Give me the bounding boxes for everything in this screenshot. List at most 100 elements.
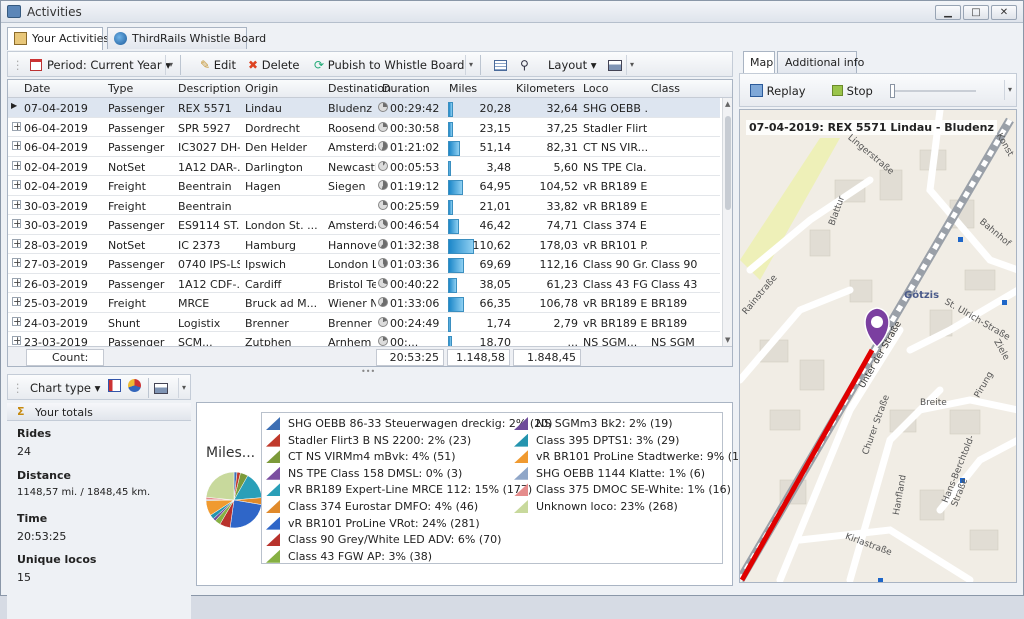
table-row[interactable]: +06-04-2019 Passenger IC3027 DH-... Den Hel… [8,137,720,157]
cell-origin: London St. ... [245,219,318,232]
table-row[interactable]: +02-04-2019 NotSet 1A12 DAR-... Darlington N… [8,157,720,176]
scroll-up-icon[interactable]: ▲ [725,100,730,108]
layout-dropdown[interactable]: Layout ▾ [548,56,597,74]
cell-km: 178,03 [539,238,579,252]
column-header-date[interactable]: Date [24,82,50,95]
duration-pie-icon [378,297,388,307]
legend-swatch [266,433,280,447]
pie-chart [205,471,263,529]
cell-desc: ES9114 ST... [178,219,240,232]
expand-row-icon[interactable]: + [12,121,21,131]
legend-swatch [266,483,280,497]
separator [480,55,481,75]
chart-options-button[interactable] [108,379,121,397]
toolbar-overflow-1[interactable]: ▾ [165,55,176,75]
column-header-description[interactable]: Description [178,82,241,95]
table-row[interactable]: ▶ 07-04-2019 Passenger REX 5571 Lindau Bluden… [8,98,720,118]
expand-row-icon[interactable]: + [12,258,21,267]
cell-cls: Class 43 [651,277,698,291]
column-header-kilometers[interactable]: Kilometers [516,82,575,95]
legend-label: Class 43 FGW AP: 3% (38) [288,549,433,563]
grid-scrollbar[interactable]: ▲ ▼ [722,98,732,346]
column-header-miles[interactable]: Miles [449,82,477,95]
legend-item: Class 395 DPTS1: 3% (29) [514,433,679,448]
table-row[interactable]: +28-03-2019 NotSet IC 2373 Hamburg Hannover 0… [8,235,720,254]
expand-row-icon[interactable]: + [12,277,21,287]
grid-icon [494,60,507,71]
cell-desc: REX 5571 [178,102,232,115]
edit-button[interactable]: ✎ Edit [200,56,236,74]
table-row[interactable]: +02-04-2019 Freight Beentrain Hagen Siegen 01… [8,176,720,196]
title-bar: Activities ▁ □ ✕ [1,1,1023,23]
tab-your-activities[interactable]: Your Activities [7,27,109,50]
expand-row-icon[interactable]: + [12,199,21,209]
time-label: Time [17,512,48,525]
delete-button[interactable]: ✖ Delete [248,56,300,74]
table-row[interactable]: +24-03-2019 Shunt Logistix Brenner Brenner 00… [8,313,720,332]
cell-loco: Class 90 Gr... [583,258,647,271]
map-toolbar-overflow[interactable]: ▾ [1004,80,1015,100]
column-header-origin[interactable]: Origin [245,82,278,95]
tab-additional-info[interactable]: Additional info [777,51,864,73]
splitter-grip[interactable]: ••• [361,367,375,376]
expand-row-icon[interactable]: + [12,297,21,306]
expand-row-icon[interactable]: + [12,160,21,170]
sigma-icon: Σ [17,405,25,418]
toolbar-overflow-3[interactable]: ▾ [626,55,637,75]
binoculars-icon: ⚲ [520,58,529,72]
cell-dest: Wiener Neu... [328,297,376,310]
expand-row-icon[interactable]: + [12,219,21,228]
legend-item: vR BR189 Expert-Line MRCE 112: 15% (177) [266,482,532,497]
pie-chart-button[interactable] [128,379,141,397]
tab-whistle-board[interactable]: ThirdRails Whistle Board [107,27,266,49]
grid-toolbar: ⋮ Period: Current Year ▾ ▾ ✎ Edit ✖ Dele… [7,51,733,77]
expand-row-icon[interactable]: + [12,316,21,326]
totals-title: Your totals [35,406,93,419]
column-header-type[interactable]: Type [108,82,133,95]
print-button[interactable] [608,56,622,74]
legend-label: Stadler Flirt3 B NS 2200: 2% (23) [288,433,472,447]
grid-view-button[interactable] [494,56,507,74]
expand-row-icon[interactable]: + [12,238,21,248]
column-header-duration[interactable]: Duration [382,82,430,95]
cell-origin: Hamburg [245,238,296,252]
chart-print-button[interactable] [154,379,168,397]
period-label: Period: Current Year [47,58,162,72]
cell-type: Passenger [108,258,165,271]
chart-type-dropdown[interactable]: Chart type ▾ [30,379,100,397]
table-row[interactable]: +25-03-2019 Freight MRCE Bruck ad M... Wiene… [8,293,720,313]
cell-dest: Bristol Tem... [328,277,376,291]
maximize-button[interactable]: □ [963,5,989,20]
publish-button[interactable]: ⟳ Pubish to Whistle Board [314,56,464,74]
expand-row-icon[interactable]: + [12,336,21,345]
toolbar-overflow-2[interactable]: ▾ [465,55,476,75]
tab-map[interactable]: Map [743,51,775,74]
scroll-down-icon[interactable]: ▼ [725,336,730,344]
expand-row-icon[interactable]: + [12,141,21,150]
replay-button[interactable]: Replay [750,82,806,100]
cell-desc: Beentrain [178,180,232,193]
cell-type: NotSet [108,238,146,252]
cell-miles: 3,48 [486,160,512,174]
table-row[interactable]: +26-03-2019 Passenger 1A12 CDF-... Cardiff B… [8,274,720,293]
map-view[interactable]: 07-04-2019: REX 5571 Lindau - Bludenz Gö… [739,109,1017,583]
table-row[interactable]: +06-04-2019 Passenger SPR 5927 Dordrecht Roo… [8,118,720,137]
stop-button[interactable]: Stop [832,82,873,100]
period-dropdown[interactable]: Period: Current Year ▾ [30,56,171,74]
scroll-thumb[interactable] [725,116,731,210]
close-button[interactable]: ✕ [991,5,1017,20]
column-header-class[interactable]: Class [651,82,680,95]
column-header-loco[interactable]: Loco [583,82,608,95]
cell-cls: BR189 [651,316,688,330]
cell-loco: NS TPE Cla... [583,160,647,174]
table-row[interactable]: +30-03-2019 Passenger ES9114 ST... London S… [8,215,720,235]
separator [180,55,181,75]
replay-slider[interactable] [890,82,976,100]
minimize-button[interactable]: ▁ [935,5,961,20]
table-row[interactable]: +27-03-2019 Passenger 0740 IPS-LST Ipswich L… [8,254,720,274]
table-row[interactable]: +30-03-2019 Freight Beentrain 00:25:59 21,01… [8,196,720,215]
expand-row-icon[interactable]: + [12,180,21,189]
cell-dur: 01:32:38 [390,238,440,252]
chart-toolbar-overflow[interactable]: ▾ [178,378,189,398]
find-button[interactable]: ⚲ [520,56,529,74]
